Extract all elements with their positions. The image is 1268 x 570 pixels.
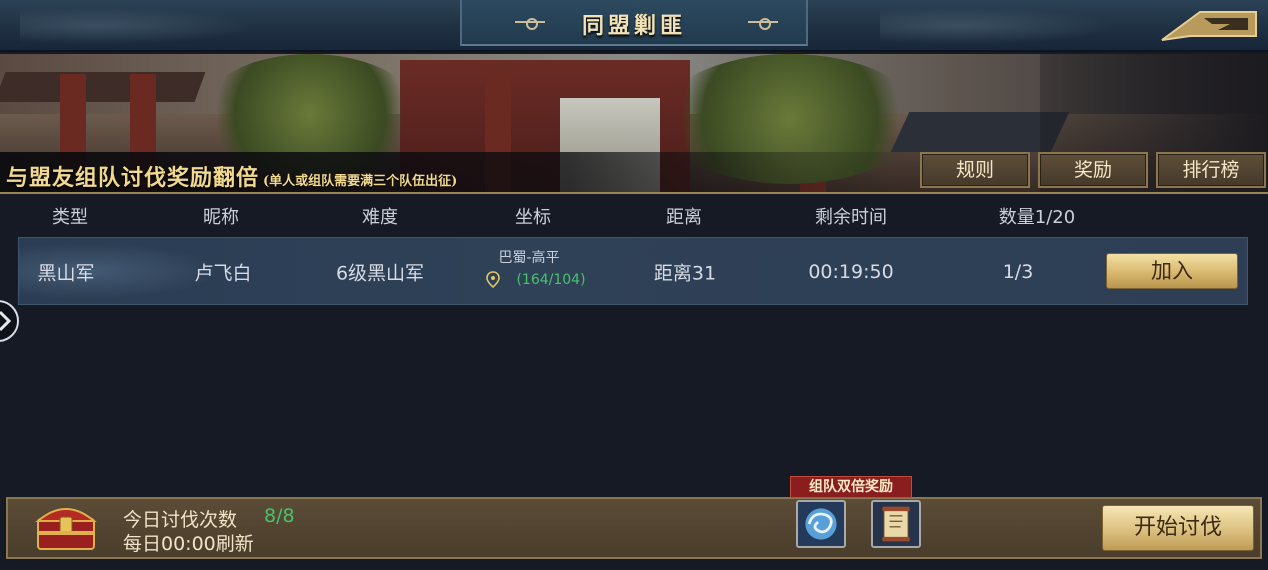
row-time-left: 00:19:50 (808, 261, 894, 283)
row-coordinates[interactable]: (164/104) (516, 272, 585, 288)
column-header-type: 类型 (52, 207, 88, 228)
treasure-chest-icon (35, 508, 97, 550)
scroll-icon[interactable] (871, 500, 921, 548)
start-battle-button[interactable]: 开始讨伐 (1102, 505, 1254, 551)
column-header-time-left: 剩余时间 (815, 207, 887, 228)
join-button[interactable]: 加入 (1106, 253, 1238, 289)
today-count-label: 今日讨伐次数 (123, 509, 238, 531)
rules-button[interactable]: 规则 (920, 152, 1030, 188)
location-pin-icon[interactable] (485, 271, 501, 289)
row-location-name: 巴蜀-高平 (498, 250, 560, 266)
column-header-coordinates: 坐标 (515, 207, 551, 228)
ranking-button[interactable]: 排行榜 (1156, 152, 1266, 188)
column-header-difficulty: 难度 (362, 207, 398, 228)
row-distance: 距离31 (653, 262, 717, 285)
title-bar: 同盟剿匪 (0, 0, 1268, 52)
row-count: 1/3 (1002, 261, 1034, 283)
title-ornament-right-icon (748, 16, 778, 30)
column-header-distance: 距离 (666, 207, 702, 228)
promo-note: (单人或组队需要满三个队伍出征) (263, 174, 458, 189)
divider (0, 192, 1268, 194)
refresh-note: 每日00:00刷新 (123, 533, 254, 555)
expand-arrow-icon[interactable] (0, 298, 20, 344)
back-arrow-icon[interactable] (1160, 8, 1260, 42)
column-header-nickname: 昵称 (203, 207, 239, 228)
row-nickname: 卢飞白 (194, 262, 252, 285)
promo-title: 与盟友组队讨伐奖励翻倍 (6, 165, 260, 191)
today-count-value: 8/8 (264, 505, 295, 527)
page-title: 同盟剿匪 (581, 13, 686, 39)
team-bonus-tag: 组队双倍奖励 (790, 476, 912, 498)
row-difficulty: 6级黑山军 (335, 262, 425, 285)
rewards-button[interactable]: 奖励 (1038, 152, 1148, 188)
row-type: 黑山军 (37, 262, 95, 285)
column-header-count: 数量1/20 (998, 207, 1076, 228)
swirl-orb-icon[interactable] (796, 500, 846, 548)
promo-line: 与盟友组队讨伐奖励翻倍 (单人或组队需要满三个队伍出征) (6, 160, 457, 192)
